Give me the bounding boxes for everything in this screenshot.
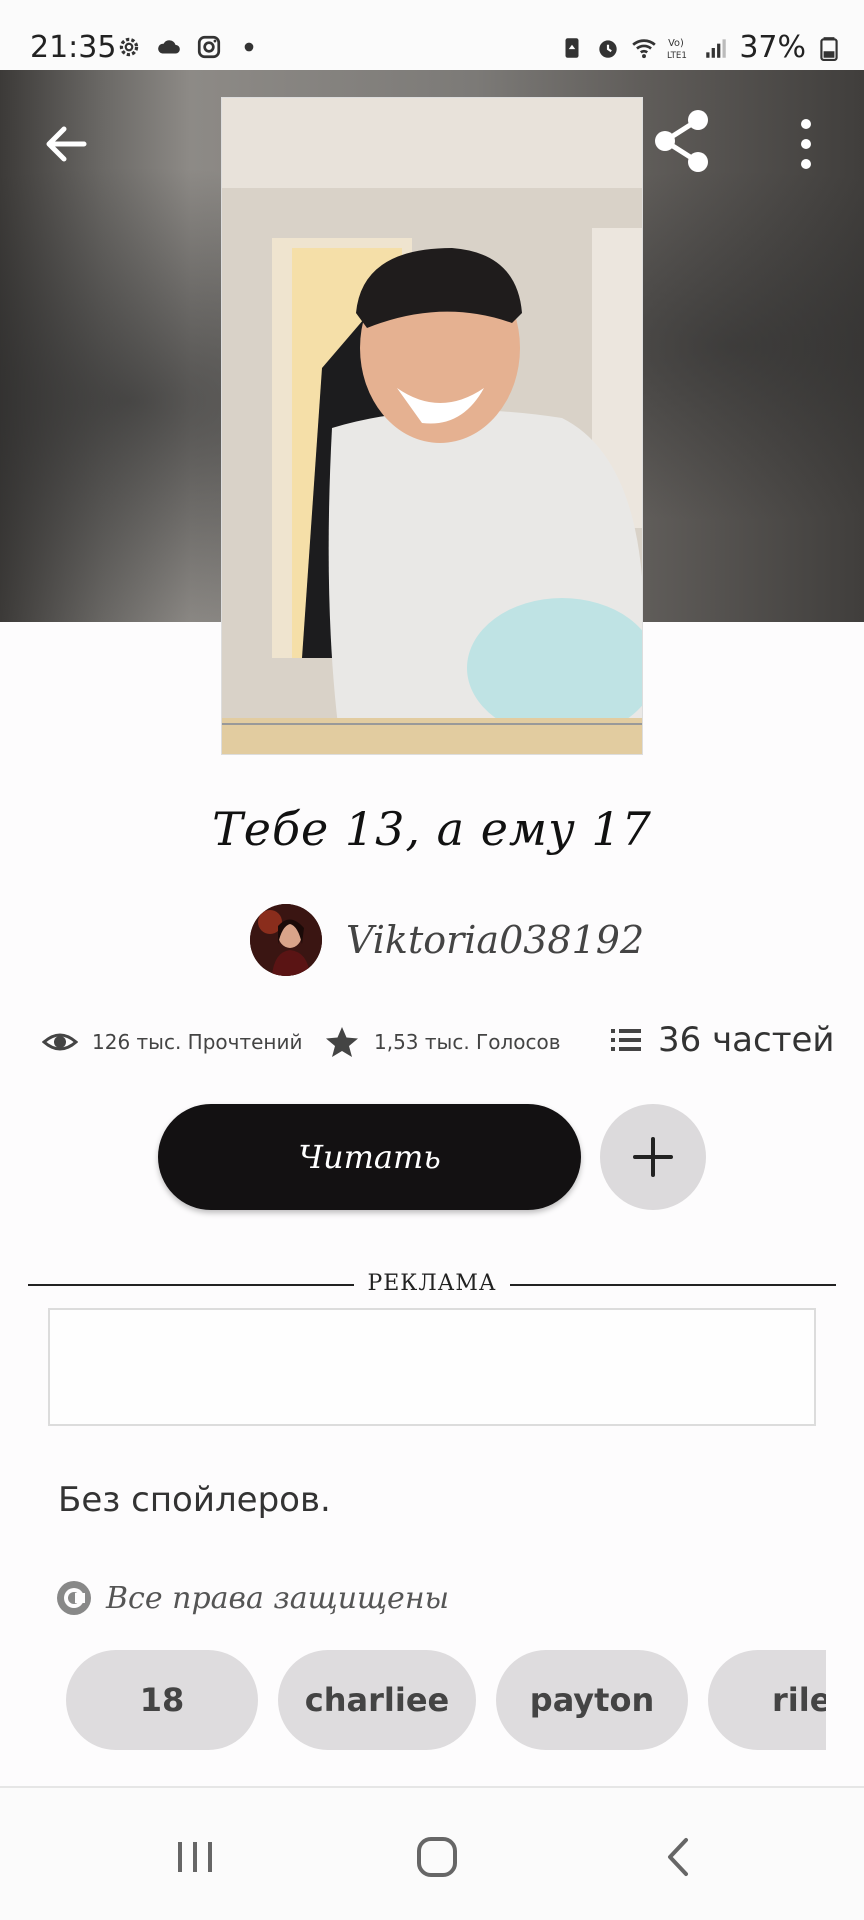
votes-count: 1,53 тыс. Голосов [374, 1030, 561, 1054]
avatar[interactable] [250, 904, 322, 976]
battery-icon [820, 36, 838, 61]
reads-count: 126 тыс. Прочтений [92, 1030, 303, 1054]
more-vertical-icon[interactable] [786, 114, 826, 174]
parts-stat[interactable]: 36 частей [608, 1020, 835, 1060]
alarm-icon [599, 39, 617, 58]
author-row[interactable]: Viktoria038192 [250, 904, 644, 976]
story-description: Без спойлеров. [58, 1480, 331, 1520]
home-icon[interactable] [412, 1832, 462, 1882]
tag-chip[interactable]: riley [708, 1650, 826, 1750]
instagram-icon [197, 35, 221, 59]
back-nav-icon[interactable] [654, 1832, 704, 1882]
tag-list: 18 charliee payton riley [66, 1650, 826, 1752]
battery-percent: 37% [739, 30, 806, 65]
cloud-icon [158, 40, 180, 54]
votes-stat: 1,53 тыс. Голосов [324, 1024, 561, 1060]
star-icon [326, 1027, 358, 1057]
signal-icon [706, 38, 727, 58]
tag-chip[interactable]: payton [496, 1650, 688, 1750]
copyright-text: Все права защищены [106, 1580, 450, 1616]
copyright-icon [57, 1581, 91, 1615]
volte-icon: Vo) LTE1 [667, 37, 687, 60]
story-stats: 126 тыс. Прочтений 1,53 тыс. Голосов 36 … [42, 1020, 842, 1070]
story-cover-image[interactable] [221, 97, 643, 755]
system-nav-bar [0, 1786, 864, 1920]
copyright-row: Все права защищены [56, 1580, 449, 1616]
gear-icon [119, 37, 139, 57]
status-right-icons: Vo) LTE1 37% [559, 30, 842, 65]
wifi-icon [632, 38, 657, 58]
story-title: Тебе 13, а ему 17 [212, 802, 652, 856]
status-time: 21:35 [30, 30, 117, 65]
dot-icon [244, 42, 254, 52]
svg-text:Vo): Vo) [668, 37, 684, 48]
eye-icon [42, 1033, 78, 1051]
recent-apps-icon[interactable] [170, 1832, 220, 1882]
battery-saver-icon [565, 37, 579, 58]
tag-chip[interactable]: charliee [278, 1650, 476, 1750]
tag-chip[interactable]: 18 [66, 1650, 258, 1750]
status-left-icons [116, 34, 262, 60]
add-to-library-button[interactable] [600, 1104, 706, 1210]
ad-label: РЕКЛАМА [367, 1271, 497, 1296]
share-icon[interactable] [648, 106, 718, 176]
author-name[interactable]: Viktoria038192 [346, 918, 644, 962]
list-icon [611, 1029, 641, 1051]
ad-slot[interactable] [48, 1308, 816, 1426]
svg-text:LTE1: LTE1 [667, 50, 687, 60]
read-button[interactable]: Читать [158, 1104, 581, 1210]
reads-stat: 126 тыс. Прочтений [42, 1024, 303, 1060]
status-bar: 21:35 Vo) LTE1 37% [0, 0, 864, 70]
plus-icon [633, 1137, 673, 1177]
parts-count[interactable]: 36 частей [658, 1020, 835, 1060]
arrow-left-icon[interactable] [36, 114, 96, 174]
